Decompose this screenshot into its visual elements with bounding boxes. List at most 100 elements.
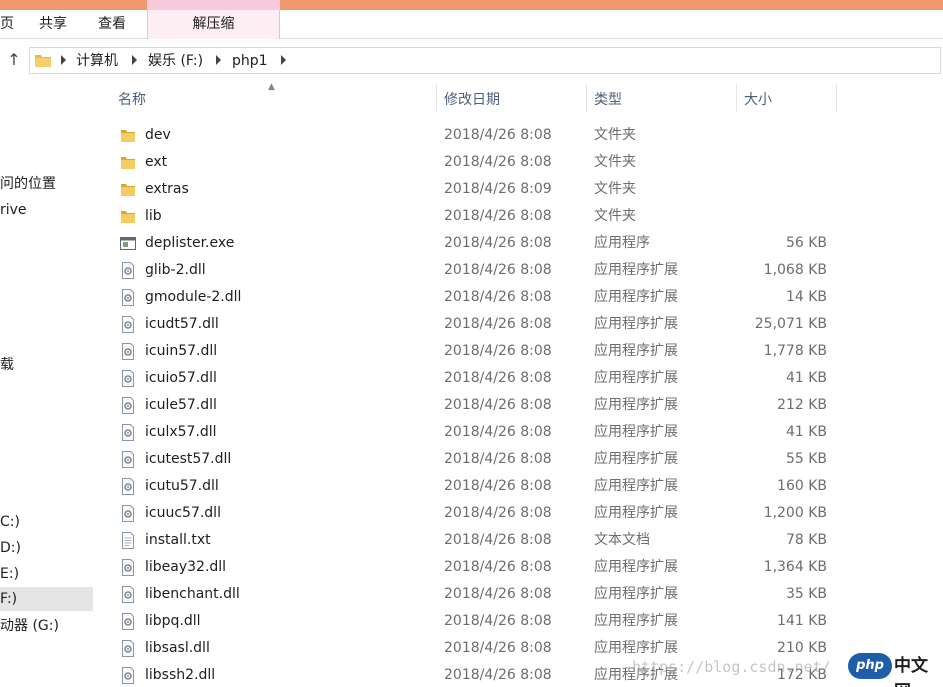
file-size: 25,071 KB bbox=[754, 316, 827, 332]
column-divider[interactable] bbox=[586, 84, 587, 112]
tab-home[interactable]: 页 bbox=[0, 10, 14, 39]
breadcrumb-separator[interactable] bbox=[281, 55, 286, 65]
file-name[interactable]: libenchant.dll bbox=[145, 581, 240, 608]
column-header-name[interactable]: 名称 bbox=[118, 90, 146, 110]
file-modified-date: 2018/4/26 8:08 bbox=[444, 586, 552, 602]
file-modified-date: 2018/4/26 8:08 bbox=[444, 127, 552, 143]
file-row[interactable]: iculx57.dll 2018/4/26 8:08 应用程序扩展 41 KB bbox=[96, 419, 943, 446]
column-header-date[interactable]: 修改日期 bbox=[444, 90, 500, 110]
tab-extract[interactable]: 解压缩 bbox=[147, 10, 280, 39]
file-name[interactable]: icuuc57.dll bbox=[145, 500, 221, 527]
file-name[interactable]: icudt57.dll bbox=[145, 311, 219, 338]
tab-share[interactable]: 共享 bbox=[39, 10, 67, 39]
file-row[interactable]: icudt57.dll 2018/4/26 8:08 应用程序扩展 25,071 KB bbox=[96, 311, 943, 338]
column-divider[interactable] bbox=[836, 84, 837, 112]
file-size: 1,364 KB bbox=[763, 559, 827, 575]
file-size: 141 KB bbox=[777, 613, 827, 629]
file-row[interactable]: libpq.dll 2018/4/26 8:08 应用程序扩展 141 KB bbox=[96, 608, 943, 635]
nav-item-drive-d[interactable]: D:) bbox=[0, 536, 21, 560]
file-name[interactable]: dev bbox=[145, 122, 171, 149]
file-row[interactable]: lib 2018/4/26 8:08 文件夹 bbox=[96, 203, 943, 230]
address-bar[interactable]: 计算机 娱乐 (F:) php1 bbox=[29, 47, 941, 74]
file-type: 应用程序扩展 bbox=[594, 343, 678, 359]
column-divider[interactable] bbox=[736, 84, 737, 112]
breadcrumb-separator[interactable] bbox=[132, 55, 137, 65]
dll-icon bbox=[120, 397, 136, 414]
file-name[interactable]: libsasl.dll bbox=[145, 635, 210, 662]
file-modified-date: 2018/4/26 8:08 bbox=[444, 613, 552, 629]
file-name[interactable]: glib-2.dll bbox=[145, 257, 206, 284]
breadcrumb-computer[interactable]: 计算机 bbox=[76, 50, 118, 72]
file-row[interactable]: icule57.dll 2018/4/26 8:08 应用程序扩展 212 KB bbox=[96, 392, 943, 419]
file-name[interactable]: libeay32.dll bbox=[145, 554, 226, 581]
breadcrumb-php1[interactable]: php1 bbox=[232, 50, 268, 72]
file-name[interactable]: deplister.exe bbox=[145, 230, 234, 257]
file-type: 应用程序 bbox=[594, 235, 650, 251]
file-name[interactable]: install.txt bbox=[145, 527, 211, 554]
file-size bbox=[736, 149, 827, 176]
nav-item-drive-g[interactable]: 动器 (G:) bbox=[0, 614, 59, 638]
file-modified-date: 2018/4/26 8:08 bbox=[444, 343, 552, 359]
file-modified-date: 2018/4/26 8:08 bbox=[444, 289, 552, 305]
file-row[interactable]: install.txt 2018/4/26 8:08 文本文档 78 KB bbox=[96, 527, 943, 554]
file-type: 应用程序扩展 bbox=[594, 505, 678, 521]
dll-icon bbox=[120, 424, 136, 441]
text-file-icon bbox=[120, 532, 136, 549]
tab-view[interactable]: 查看 bbox=[98, 10, 126, 39]
file-name[interactable]: extras bbox=[145, 176, 189, 203]
dll-icon bbox=[120, 478, 136, 495]
file-modified-date: 2018/4/26 8:08 bbox=[444, 316, 552, 332]
file-row[interactable]: glib-2.dll 2018/4/26 8:08 应用程序扩展 1,068 KB bbox=[96, 257, 943, 284]
file-row[interactable]: extras 2018/4/26 8:09 文件夹 bbox=[96, 176, 943, 203]
file-name[interactable]: libssh2.dll bbox=[145, 662, 215, 687]
watermark-url: https://blog.csdn.net/ bbox=[632, 658, 831, 676]
column-divider[interactable] bbox=[436, 84, 437, 112]
file-row[interactable]: ext 2018/4/26 8:08 文件夹 bbox=[96, 149, 943, 176]
file-row[interactable]: libenchant.dll 2018/4/26 8:08 应用程序扩展 35 KB bbox=[96, 581, 943, 608]
file-row[interactable]: gmodule-2.dll 2018/4/26 8:08 应用程序扩展 14 KB bbox=[96, 284, 943, 311]
file-name[interactable]: icuio57.dll bbox=[145, 365, 217, 392]
breadcrumb-separator[interactable] bbox=[216, 55, 221, 65]
file-modified-date: 2018/4/26 8:08 bbox=[444, 154, 552, 170]
file-type: 应用程序扩展 bbox=[594, 289, 678, 305]
navigation-pane: 问的位置 rive 载 C:) D:) E:) F:) 动器 (G:) bbox=[0, 80, 95, 687]
file-row[interactable]: deplister.exe 2018/4/26 8:08 应用程序 56 KB bbox=[96, 230, 943, 257]
file-size bbox=[736, 176, 827, 203]
breadcrumb-separator[interactable] bbox=[61, 55, 66, 65]
nav-item-onedrive[interactable]: rive bbox=[0, 198, 27, 222]
file-row[interactable]: dev 2018/4/26 8:08 文件夹 bbox=[96, 122, 943, 149]
file-size bbox=[736, 122, 827, 149]
file-name[interactable]: ext bbox=[145, 149, 167, 176]
file-row[interactable]: icuio57.dll 2018/4/26 8:08 应用程序扩展 41 KB bbox=[96, 365, 943, 392]
nav-item-downloads[interactable]: 载 bbox=[0, 353, 14, 377]
file-name[interactable]: libpq.dll bbox=[145, 608, 201, 635]
file-row[interactable]: libeay32.dll 2018/4/26 8:08 应用程序扩展 1,364 KB bbox=[96, 554, 943, 581]
nav-item-recent-places[interactable]: 问的位置 bbox=[0, 172, 56, 196]
nav-item-drive-f[interactable]: F:) bbox=[0, 587, 93, 611]
file-name[interactable]: gmodule-2.dll bbox=[145, 284, 241, 311]
file-name[interactable]: icutu57.dll bbox=[145, 473, 219, 500]
nav-item-drive-e[interactable]: E:) bbox=[0, 562, 19, 586]
file-name[interactable]: icule57.dll bbox=[145, 392, 217, 419]
file-row[interactable]: icutu57.dll 2018/4/26 8:08 应用程序扩展 160 KB bbox=[96, 473, 943, 500]
up-arrow-icon[interactable]: ↑ bbox=[4, 50, 24, 70]
file-name[interactable]: lib bbox=[145, 203, 162, 230]
file-name[interactable]: iculx57.dll bbox=[145, 419, 217, 446]
file-row[interactable]: icutest57.dll 2018/4/26 8:08 应用程序扩展 55 KB bbox=[96, 446, 943, 473]
nav-item-drive-c[interactable]: C:) bbox=[0, 510, 20, 534]
column-header-size[interactable]: 大小 bbox=[744, 90, 772, 110]
dll-icon bbox=[120, 505, 136, 522]
breadcrumb-drive-f[interactable]: 娱乐 (F:) bbox=[148, 50, 203, 72]
file-type: 应用程序扩展 bbox=[594, 397, 678, 413]
file-modified-date: 2018/4/26 8:08 bbox=[444, 532, 552, 548]
file-name[interactable]: icutest57.dll bbox=[145, 446, 231, 473]
file-size: 1,778 KB bbox=[763, 343, 827, 359]
file-modified-date: 2018/4/26 8:08 bbox=[444, 478, 552, 494]
dll-icon bbox=[120, 613, 136, 630]
file-row[interactable]: icuin57.dll 2018/4/26 8:08 应用程序扩展 1,778 KB bbox=[96, 338, 943, 365]
column-header-type[interactable]: 类型 bbox=[594, 90, 622, 110]
file-row[interactable]: icuuc57.dll 2018/4/26 8:08 应用程序扩展 1,200 KB bbox=[96, 500, 943, 527]
file-name[interactable]: icuin57.dll bbox=[145, 338, 217, 365]
file-type: 应用程序扩展 bbox=[594, 424, 678, 440]
sort-ascending-icon: ▲ bbox=[268, 82, 275, 92]
